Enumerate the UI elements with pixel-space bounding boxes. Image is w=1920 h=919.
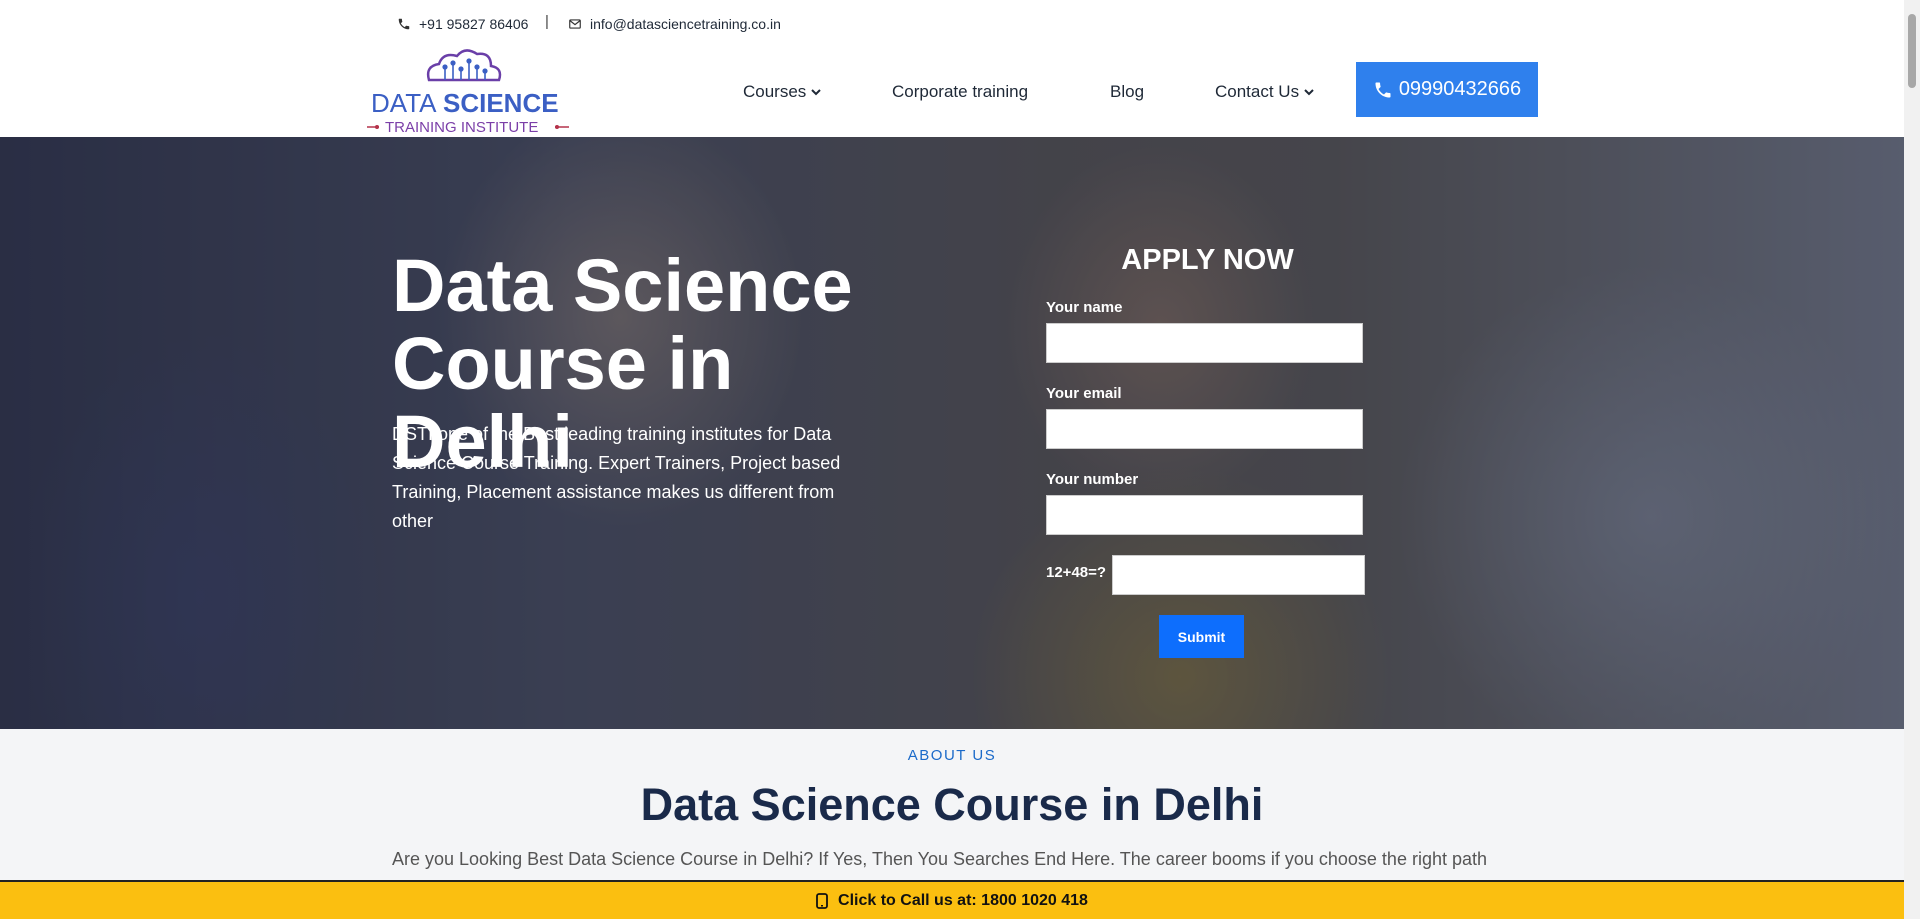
topbar-email-text: info@datasciencetraining.co.in xyxy=(590,16,781,32)
captcha-label: 12+48=? xyxy=(1046,564,1107,581)
logo-text-data: DATA xyxy=(371,88,437,118)
page-scrollbar[interactable] xyxy=(1904,0,1920,919)
phone-icon xyxy=(398,18,410,30)
email-label: Your email xyxy=(1046,385,1122,402)
submit-button[interactable]: Submit xyxy=(1159,615,1244,658)
nav-contact-us[interactable]: Contact Us xyxy=(1215,82,1314,102)
phone-icon xyxy=(1375,82,1391,97)
topbar-email[interactable]: info@datasciencetraining.co.in xyxy=(568,16,781,32)
about-title: Data Science Course in Delhi xyxy=(640,779,1264,830)
header-call-button[interactable]: 09990432666 xyxy=(1356,62,1538,117)
captcha-input[interactable] xyxy=(1112,555,1365,595)
email-input[interactable] xyxy=(1046,409,1363,449)
name-label: Your name xyxy=(1046,299,1123,316)
number-label: Your number xyxy=(1046,471,1139,488)
about-kicker: ABOUT US xyxy=(907,747,997,764)
nav-contact-label: Contact Us xyxy=(1215,82,1300,101)
top-contact-bar: +91 95827 86406 | info@datasciencetraini… xyxy=(0,0,1904,46)
chevron-down-icon xyxy=(1304,89,1314,96)
sticky-call-bar[interactable]: Click to Call us at: 1800 1020 418 xyxy=(0,880,1904,919)
nav-courses-label: Courses xyxy=(743,82,807,101)
number-input[interactable] xyxy=(1046,495,1363,535)
name-input[interactable] xyxy=(1046,323,1363,363)
mail-icon xyxy=(569,19,581,29)
site-header: DATA SCIENCE TRAINING INSTITUTE Courses … xyxy=(0,46,1904,137)
logo-graphic: DATA SCIENCE TRAINING INSTITUTE xyxy=(367,49,569,136)
topbar-separator: | xyxy=(545,13,549,30)
nav-corporate-training[interactable]: Corporate training xyxy=(892,82,1028,102)
topbar-phone-text: +91 95827 86406 xyxy=(419,16,529,32)
header-call-number: 09990432666 xyxy=(1398,78,1522,100)
hero-section: Data Science Course in Delhi DSTI one of… xyxy=(0,137,1904,729)
scrollbar-thumb[interactable] xyxy=(1908,14,1916,88)
site-logo[interactable]: DATA SCIENCE TRAINING INSTITUTE xyxy=(367,46,569,136)
mobile-phone-icon xyxy=(816,892,828,909)
about-text: Are you Looking Best Data Science Course… xyxy=(392,849,1488,869)
nav-corporate-label: Corporate training xyxy=(892,82,1029,101)
logo-text-science: SCIENCE xyxy=(443,88,559,118)
nav-blog[interactable]: Blog xyxy=(1110,82,1144,102)
hero-description: DSTI one of the Best leading training in… xyxy=(392,424,841,531)
chevron-down-icon xyxy=(811,89,822,96)
nav-courses[interactable]: Courses xyxy=(743,82,822,102)
apply-form-title: APPLY NOW xyxy=(1121,244,1294,276)
nav-blog-label: Blog xyxy=(1110,82,1145,101)
call-bar-text: Click to Call us at: 1800 1020 418 xyxy=(838,891,1088,909)
logo-text-institute: TRAINING INSTITUTE xyxy=(385,119,538,136)
topbar-phone[interactable]: +91 95827 86406 xyxy=(397,16,528,32)
